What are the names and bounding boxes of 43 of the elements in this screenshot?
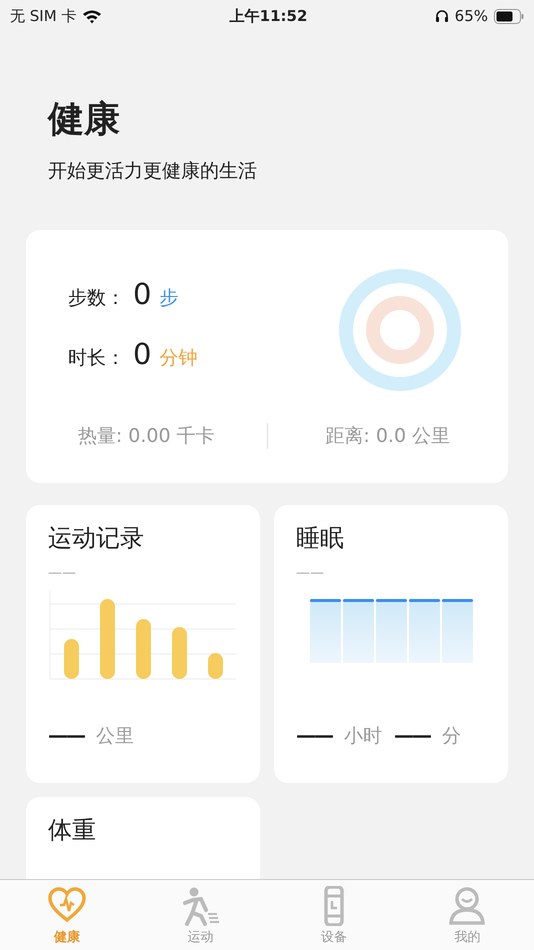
metric-value: 0 bbox=[133, 336, 152, 370]
wifi-icon bbox=[82, 8, 102, 24]
reading-value: —— bbox=[48, 723, 84, 747]
chart-bar bbox=[409, 599, 440, 663]
metric-unit: 步 bbox=[159, 286, 178, 310]
reading-value: —— bbox=[296, 723, 332, 747]
card-subtitle: —— bbox=[48, 565, 77, 581]
card-title: 睡眠 bbox=[296, 523, 345, 554]
card-subtitle: —— bbox=[296, 565, 325, 581]
metric-label: 步数： bbox=[68, 286, 125, 310]
chart-bar bbox=[442, 599, 473, 663]
chart-bar bbox=[172, 627, 187, 679]
card-title: 运动记录 bbox=[48, 523, 145, 554]
stat-card[interactable]: 运动记录 —— —— 公里 bbox=[26, 505, 260, 783]
battery-icon bbox=[494, 8, 524, 24]
card-title: 体重 bbox=[48, 815, 97, 846]
reading-unit: 小时 bbox=[344, 724, 382, 749]
page-subtitle: 开始更活力更健康的生活 bbox=[48, 159, 258, 184]
metric-label: 时长： bbox=[68, 346, 125, 370]
page-title: 健康 bbox=[48, 98, 121, 142]
metric-unit: 分钟 bbox=[159, 346, 198, 370]
tab[interactable]: 我的 bbox=[400, 880, 534, 950]
chart-bar bbox=[343, 599, 374, 663]
chart-bar bbox=[136, 619, 151, 679]
tab[interactable]: 运动 bbox=[134, 880, 267, 950]
metric-value: 0 bbox=[133, 276, 152, 310]
stat-card[interactable]: 体重 bbox=[26, 797, 260, 879]
chart-bar bbox=[208, 653, 223, 679]
headphones-icon bbox=[434, 9, 449, 23]
stat-text: 热量: 0.00 千卡 bbox=[76, 424, 216, 449]
reading-value: —— bbox=[394, 723, 430, 747]
chart-bar bbox=[310, 599, 341, 663]
reading-unit: 公里 bbox=[96, 724, 134, 749]
carrier-text: 无 SIM 卡 bbox=[10, 6, 76, 26]
stat-text: 距离: 0.0 公里 bbox=[324, 424, 452, 449]
tab[interactable]: 健康 bbox=[0, 880, 134, 950]
chart-bar bbox=[376, 599, 407, 663]
chart-bar bbox=[64, 639, 79, 679]
clock-text: 上午11:52 bbox=[230, 6, 308, 26]
reading-unit: 分 bbox=[442, 724, 461, 749]
tab[interactable]: 设备 bbox=[267, 880, 400, 950]
battery-percent: 65% bbox=[454, 7, 488, 25]
stat-card[interactable]: 睡眠 —— —— 小时 —— 分 bbox=[274, 505, 508, 783]
